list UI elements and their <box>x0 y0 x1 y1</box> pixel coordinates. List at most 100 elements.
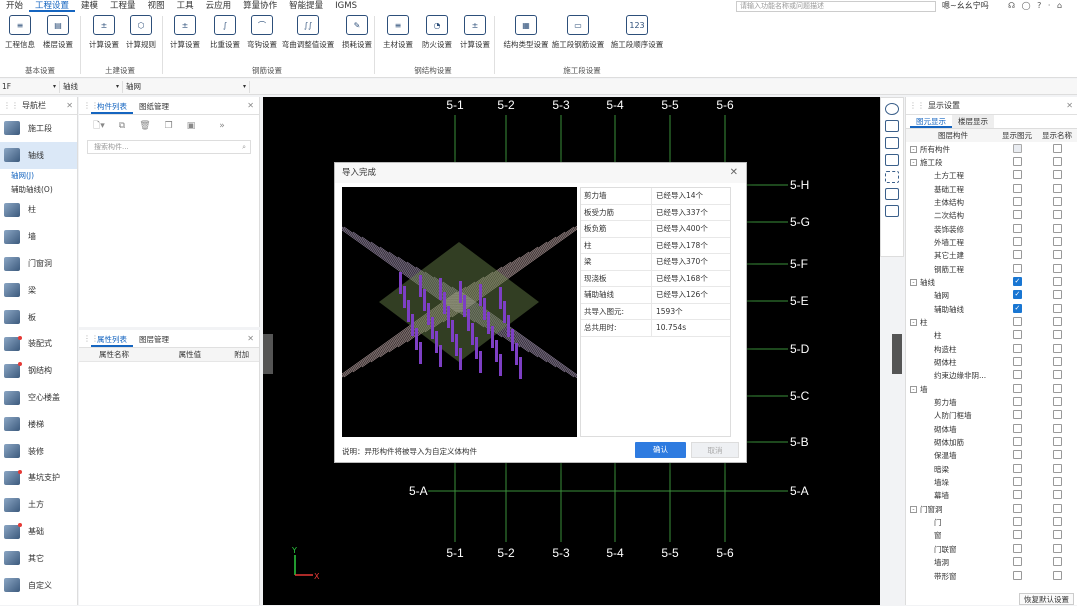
nav-item[interactable]: 装配式 <box>0 331 77 358</box>
show-name-checkbox[interactable] <box>1052 210 1062 220</box>
layer-copy-icon[interactable]: ❐ <box>165 121 173 131</box>
collapse-toggle-icon[interactable]: - <box>910 158 917 166</box>
close-icon[interactable]: ✕ <box>247 101 254 110</box>
nav-item[interactable]: 空心楼盖 <box>0 384 77 411</box>
show-name-checkbox[interactable] <box>1052 517 1062 527</box>
show-name-checkbox[interactable] <box>1052 463 1062 473</box>
tab-element-display[interactable]: 图元显示 <box>910 115 952 128</box>
show-element-checkbox[interactable] <box>1012 370 1022 380</box>
nav-item[interactable]: 基础 <box>0 518 77 545</box>
show-element-checkbox[interactable] <box>1012 303 1022 313</box>
ribbon-button-1[interactable]: ▤ 楼层设置 <box>38 15 78 50</box>
component-search[interactable]: 搜索构件... ⌕ <box>87 140 251 154</box>
nav-subitem[interactable]: 辅助轴线(O) <box>0 183 77 197</box>
copy-icon[interactable]: ⧉ <box>119 121 125 131</box>
show-name-checkbox[interactable] <box>1052 450 1062 460</box>
show-element-checkbox[interactable] <box>1012 450 1022 460</box>
show-name-checkbox[interactable] <box>1052 303 1062 313</box>
show-name-checkbox[interactable] <box>1052 290 1062 300</box>
cube-icon[interactable] <box>885 137 899 149</box>
show-element-checkbox[interactable] <box>1012 330 1022 340</box>
show-element-checkbox[interactable] <box>1012 196 1022 206</box>
name-select[interactable]: 轴网 ▾ <box>124 81 250 93</box>
nav-item[interactable]: 其它 <box>0 545 77 572</box>
show-name-checkbox[interactable] <box>1052 570 1062 580</box>
nav-subitem[interactable]: 轴网(J) <box>0 169 77 183</box>
confirm-button[interactable]: 确认 <box>635 442 686 458</box>
collapse-toggle-icon[interactable]: - <box>910 505 917 513</box>
ribbon-button-13[interactable]: ▭ 施工段钢筋设置 <box>550 15 606 50</box>
floor-select[interactable]: 1F ▾ <box>0 81 60 93</box>
collapse-toggle-icon[interactable]: - <box>910 278 917 286</box>
tab-drawing-manage[interactable]: 图纸管理 <box>133 99 175 114</box>
ribbon-button-8[interactable]: ✎ 损耗设置 <box>337 15 377 50</box>
more-icon[interactable]: » <box>219 121 225 131</box>
nav-item[interactable]: 基坑支护 <box>0 465 77 492</box>
delete-icon[interactable]: 🗑 <box>139 121 150 131</box>
show-name-checkbox[interactable] <box>1052 183 1062 193</box>
show-element-checkbox[interactable] <box>1012 236 1022 246</box>
collapse-left-handle[interactable] <box>263 334 273 374</box>
tab-floor-display[interactable]: 楼层显示 <box>952 115 994 128</box>
show-element-checkbox[interactable] <box>1012 477 1022 487</box>
nav-item[interactable]: 楼梯 <box>0 411 77 438</box>
show-name-checkbox[interactable] <box>1052 263 1062 273</box>
ribbon-button-6[interactable]: ⌒ 弯钩设置 <box>242 15 282 50</box>
show-element-checkbox[interactable] <box>1012 357 1022 367</box>
show-name-checkbox[interactable] <box>1052 357 1062 367</box>
show-element-checkbox[interactable] <box>1012 517 1022 527</box>
ribbon-button-12[interactable]: ▦ 结构类型设置 <box>498 15 554 50</box>
show-name-checkbox[interactable] <box>1052 530 1062 540</box>
type-select[interactable]: 轴线 ▾ <box>61 81 123 93</box>
show-element-checkbox[interactable] <box>1012 156 1022 166</box>
show-element-checkbox[interactable] <box>1012 263 1022 273</box>
cancel-button[interactable]: 取消 <box>691 442 739 458</box>
nav-item[interactable]: 土方 <box>0 491 77 518</box>
show-element-checkbox[interactable] <box>1012 397 1022 407</box>
nav-item[interactable]: 装修 <box>0 438 77 465</box>
ribbon-button-9[interactable]: ≡ 主材设置 <box>378 15 418 50</box>
show-name-checkbox[interactable] <box>1052 316 1062 326</box>
menu-item-4[interactable]: 视图 <box>142 0 171 12</box>
ribbon-button-14[interactable]: 123 施工段顺序设置 <box>609 15 665 50</box>
show-name-checkbox[interactable] <box>1052 437 1062 447</box>
collapse-toggle-icon[interactable]: - <box>910 318 917 326</box>
menu-item-3[interactable]: 工程量 <box>104 0 142 12</box>
view-icon[interactable] <box>885 120 899 132</box>
ribbon-button-4[interactable]: ± 计算设置 <box>165 15 205 50</box>
new-icon[interactable]: 🗋▾ <box>93 118 105 134</box>
list-icon[interactable] <box>885 205 899 217</box>
show-name-checkbox[interactable] <box>1052 343 1062 353</box>
show-element-checkbox[interactable] <box>1012 250 1022 260</box>
filter-icon[interactable]: ▣ <box>187 121 196 131</box>
show-element-checkbox[interactable] <box>1012 210 1022 220</box>
show-name-checkbox[interactable] <box>1052 196 1062 206</box>
ribbon-button-3[interactable]: ⬡ 计算规则 <box>121 15 161 50</box>
cube-solid-icon[interactable] <box>885 154 899 166</box>
show-name-checkbox[interactable] <box>1052 557 1062 567</box>
show-name-checkbox[interactable] <box>1052 143 1062 153</box>
settings-icon[interactable] <box>885 188 899 200</box>
show-element-checkbox[interactable] <box>1012 423 1022 433</box>
select-box-icon[interactable] <box>885 171 899 183</box>
show-element-checkbox[interactable] <box>1012 223 1022 233</box>
show-element-checkbox[interactable] <box>1012 276 1022 286</box>
menu-item-1[interactable]: 工程设置 <box>29 0 76 12</box>
show-name-checkbox[interactable] <box>1052 236 1062 246</box>
menu-item-6[interactable]: 云应用 <box>200 0 238 12</box>
nav-item[interactable]: 梁 <box>0 277 77 304</box>
show-element-checkbox[interactable] <box>1012 490 1022 500</box>
show-name-checkbox[interactable] <box>1052 383 1062 393</box>
show-element-checkbox[interactable] <box>1012 343 1022 353</box>
search-input[interactable]: 请输入功能名称或问题描述 <box>736 1 936 12</box>
menu-item-0[interactable]: 开始 <box>0 0 29 12</box>
ribbon-button-10[interactable]: ◔ 防火设置 <box>417 15 457 50</box>
show-element-checkbox[interactable] <box>1012 543 1022 553</box>
show-name-checkbox[interactable] <box>1052 170 1062 180</box>
show-element-checkbox[interactable] <box>1012 503 1022 513</box>
show-element-checkbox[interactable] <box>1012 383 1022 393</box>
ribbon-button-2[interactable]: ± 计算设置 <box>84 15 124 50</box>
ribbon-button-0[interactable]: ≡ 工程信息 <box>0 15 40 50</box>
user-name[interactable]: 嗯~幺幺宁吗 <box>942 0 989 12</box>
close-icon[interactable]: ✕ <box>66 101 73 110</box>
